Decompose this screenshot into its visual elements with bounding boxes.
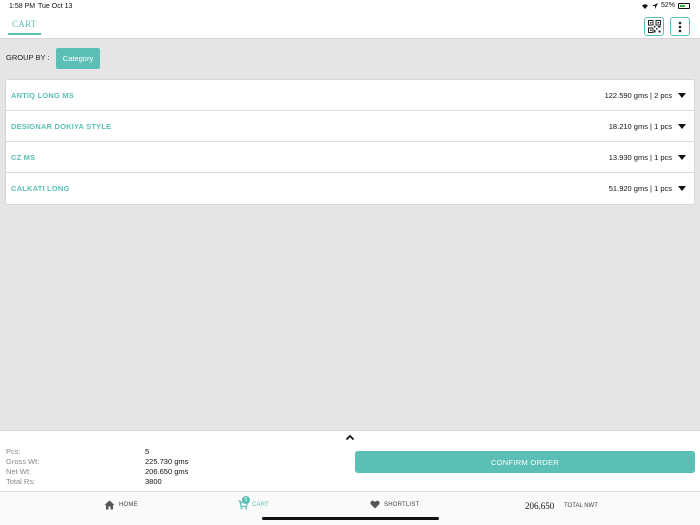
caret-down-icon[interactable] bbox=[678, 186, 686, 191]
item-weight: 122.590 gms | 2 pcs bbox=[605, 91, 672, 100]
nav-shortlist-label: SHORTLIST bbox=[384, 502, 419, 508]
tab-cart[interactable]: CART bbox=[8, 19, 41, 35]
category-button[interactable]: Category bbox=[56, 48, 100, 69]
item-name: DESIGNAR DOKIYA STYLE bbox=[11, 122, 111, 131]
list-item[interactable]: CZ MS 13.930 gms | 1 pcs bbox=[6, 142, 694, 173]
home-indicator[interactable] bbox=[262, 517, 439, 520]
list-item[interactable]: ANTIQ LONG MS 122.590 gms | 2 pcs bbox=[6, 80, 694, 111]
home-icon bbox=[104, 500, 115, 510]
status-date: Tue Oct 13 bbox=[38, 3, 72, 10]
qr-code-icon bbox=[648, 20, 661, 33]
total-rs-label: Total Rs: bbox=[6, 477, 35, 486]
qr-scan-button[interactable] bbox=[644, 17, 664, 36]
cart-icon-wrap: 5 bbox=[238, 500, 248, 510]
chevron-up-icon[interactable] bbox=[345, 434, 355, 441]
nav-home-label: HOME bbox=[119, 502, 138, 508]
caret-down-icon[interactable] bbox=[678, 155, 686, 160]
nav-cart-label: CART bbox=[252, 502, 269, 508]
item-name: ANTIQ LONG MS bbox=[11, 91, 74, 100]
app-header: CART bbox=[0, 14, 700, 39]
pcs-label: Pcs: bbox=[6, 447, 21, 456]
heart-icon bbox=[370, 500, 380, 509]
gross-wt-value: 225.730 gms bbox=[145, 457, 188, 466]
wifi-icon bbox=[641, 3, 649, 9]
cart-count-badge: 5 bbox=[242, 496, 250, 504]
nav-home[interactable]: HOME bbox=[104, 500, 138, 510]
list-item[interactable]: DESIGNAR DOKIYA STYLE 18.210 gms | 1 pcs bbox=[6, 111, 694, 142]
status-indicators: 52% bbox=[641, 2, 690, 9]
total-nwt-label: TOTAL NWT bbox=[564, 503, 598, 509]
battery-percent: 52% bbox=[661, 2, 675, 9]
more-vertical-icon bbox=[678, 21, 682, 33]
cart-list: ANTIQ LONG MS 122.590 gms | 2 pcs DESIGN… bbox=[5, 79, 695, 205]
nav-shortlist[interactable]: SHORTLIST bbox=[370, 500, 419, 509]
item-weight: 51.920 gms | 1 pcs bbox=[609, 184, 672, 193]
more-options-button[interactable] bbox=[670, 17, 690, 36]
gross-wt-label: Gross Wt: bbox=[6, 457, 39, 466]
item-weight: 18.210 gms | 1 pcs bbox=[609, 122, 672, 131]
order-summary: Pcs: 5 Gross Wt: 225.730 gms Net Wt: 206… bbox=[0, 430, 700, 491]
status-time: 1:58 PM bbox=[9, 3, 35, 10]
status-bar: 1:58 PM Tue Oct 13 52% bbox=[0, 0, 700, 14]
item-weight: 13.930 gms | 1 pcs bbox=[609, 153, 672, 162]
net-wt-value: 206.650 gms bbox=[145, 467, 188, 476]
caret-down-icon[interactable] bbox=[678, 124, 686, 129]
group-by-label: GROUP BY : bbox=[6, 53, 50, 62]
confirm-order-button[interactable]: CONFIRM ORDER bbox=[355, 451, 695, 473]
total-rs-value: 3800 bbox=[145, 477, 162, 486]
pcs-value: 5 bbox=[145, 447, 149, 456]
battery-icon bbox=[678, 3, 690, 9]
item-name: CALKATI LONG bbox=[11, 184, 70, 193]
list-item[interactable]: CALKATI LONG 51.920 gms | 1 pcs bbox=[6, 173, 694, 204]
nav-cart[interactable]: 5 CART bbox=[238, 500, 269, 510]
location-icon bbox=[652, 3, 658, 9]
total-nwt-value: 206.650 bbox=[525, 501, 554, 511]
item-name: CZ MS bbox=[11, 153, 35, 162]
caret-down-icon[interactable] bbox=[678, 93, 686, 98]
net-wt-label: Net Wt: bbox=[6, 467, 31, 476]
